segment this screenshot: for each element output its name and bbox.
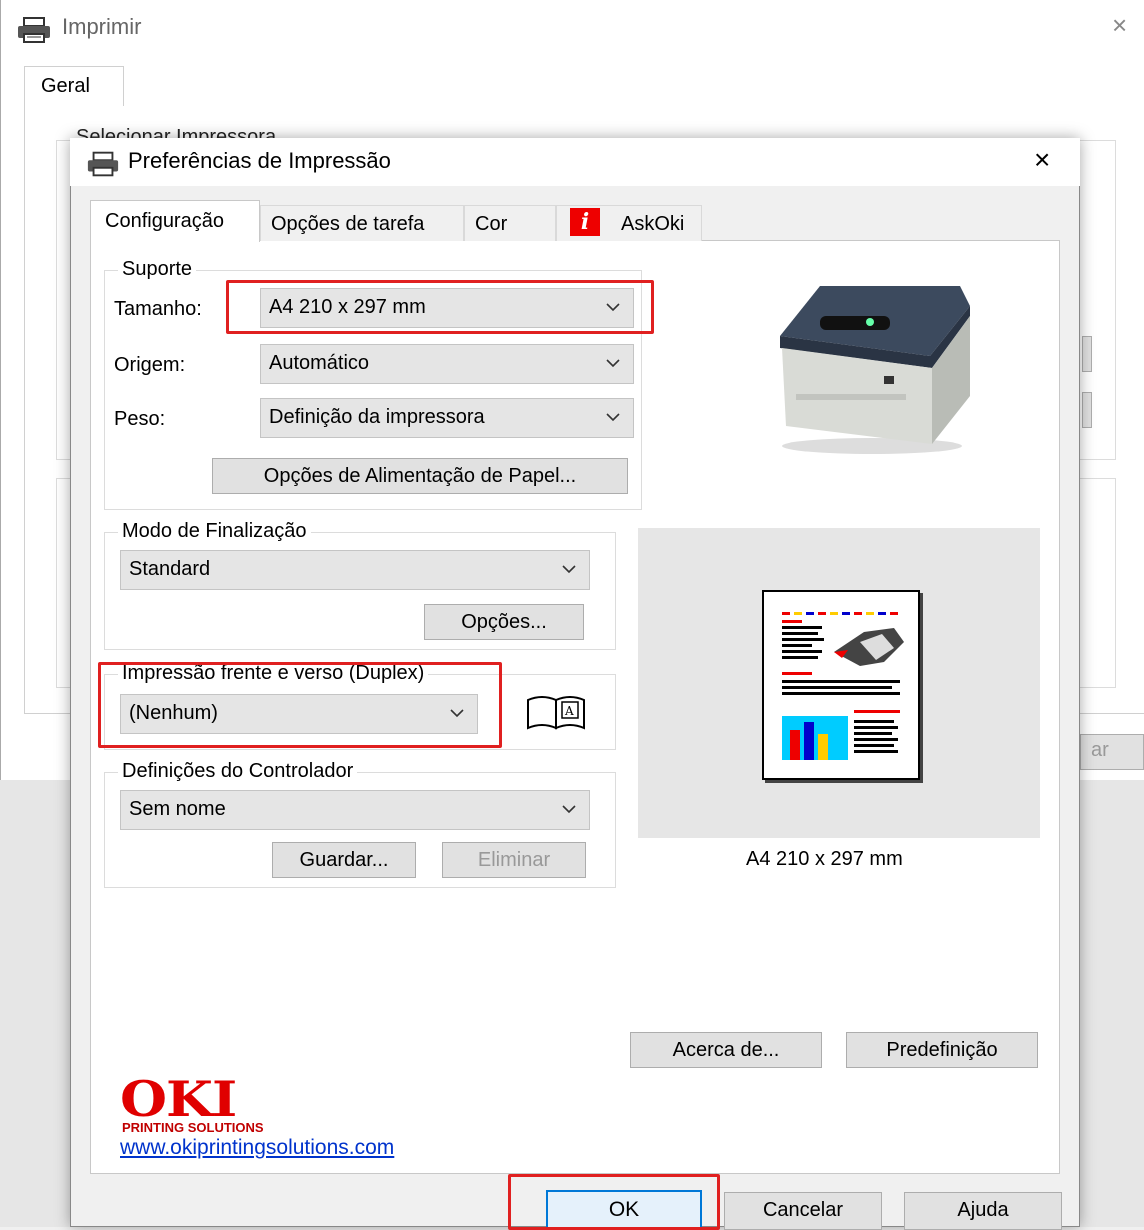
- preview-caption: A4 210 x 297 mm: [746, 848, 903, 870]
- tab-cor[interactable]: Cor: [464, 205, 556, 241]
- finalizacao-select[interactable]: Standard: [120, 550, 590, 590]
- tab-geral[interactable]: Geral: [24, 66, 124, 106]
- background-apply-button[interactable]: ar: [1080, 734, 1144, 770]
- page-preview-thumbnail: [762, 590, 920, 780]
- suporte-group-label: Suporte: [118, 258, 197, 281]
- controlador-select-value: Sem nome: [129, 798, 226, 820]
- finalizacao-options-button[interactable]: Opções...: [424, 604, 584, 640]
- chevron-down-icon: [605, 354, 621, 377]
- oki-website-link[interactable]: www.okiprintingsolutions.com: [120, 1136, 394, 1160]
- chevron-down-icon: [561, 800, 577, 823]
- background-button-edge: [1082, 392, 1092, 428]
- paper-feed-options-button[interactable]: Opções de Alimentação de Papel...: [212, 458, 628, 494]
- controlador-select[interactable]: Sem nome: [120, 790, 590, 830]
- cancel-button[interactable]: Cancelar: [724, 1192, 882, 1230]
- info-i-icon: i: [570, 208, 600, 236]
- svg-text:A: A: [564, 704, 574, 718]
- highlight-box-tamanho: [226, 280, 654, 334]
- peso-label: Peso:: [114, 408, 166, 430]
- printer-icon: [16, 16, 52, 49]
- about-button[interactable]: Acerca de...: [630, 1032, 822, 1068]
- peso-select[interactable]: Definição da impressora: [260, 398, 634, 438]
- tab-configuracao[interactable]: Configuração: [90, 200, 260, 242]
- tab-opcoes-de-tarefa[interactable]: Opções de tarefa: [260, 205, 464, 241]
- background-button-edge: [1082, 336, 1092, 372]
- printer-icon: [86, 150, 120, 183]
- finalizacao-group-label: Modo de Finalização: [118, 520, 311, 543]
- default-button[interactable]: Predefinição: [846, 1032, 1038, 1068]
- highlight-box-duplex: [98, 662, 502, 748]
- highlight-box-ok: [508, 1174, 720, 1230]
- dialog-title: Preferências de Impressão: [128, 148, 391, 173]
- origem-label: Origem:: [114, 354, 186, 376]
- origem-select[interactable]: Automático: [260, 344, 634, 384]
- close-icon[interactable]: ×: [1034, 146, 1050, 174]
- finalizacao-select-value: Standard: [129, 558, 211, 580]
- oki-logo: OKI: [120, 1070, 237, 1128]
- peso-select-value: Definição da impressora: [269, 406, 485, 428]
- background-window-title: Imprimir: [62, 14, 142, 39]
- help-button[interactable]: Ajuda: [904, 1192, 1062, 1230]
- chevron-down-icon: [605, 408, 621, 431]
- chevron-down-icon: [561, 560, 577, 583]
- guardar-button[interactable]: Guardar...: [272, 842, 416, 878]
- eliminar-button[interactable]: Eliminar: [442, 842, 586, 878]
- oki-tagline: PRINTING SOLUTIONS: [122, 1120, 264, 1135]
- controlador-group-label: Definições do Controlador: [118, 760, 358, 783]
- tamanho-label: Tamanho:: [114, 298, 202, 320]
- printer-illustration: [760, 276, 980, 461]
- open-book-icon: A: [524, 694, 588, 737]
- origem-select-value: Automático: [269, 352, 370, 374]
- background-close-icon[interactable]: ×: [1112, 12, 1127, 38]
